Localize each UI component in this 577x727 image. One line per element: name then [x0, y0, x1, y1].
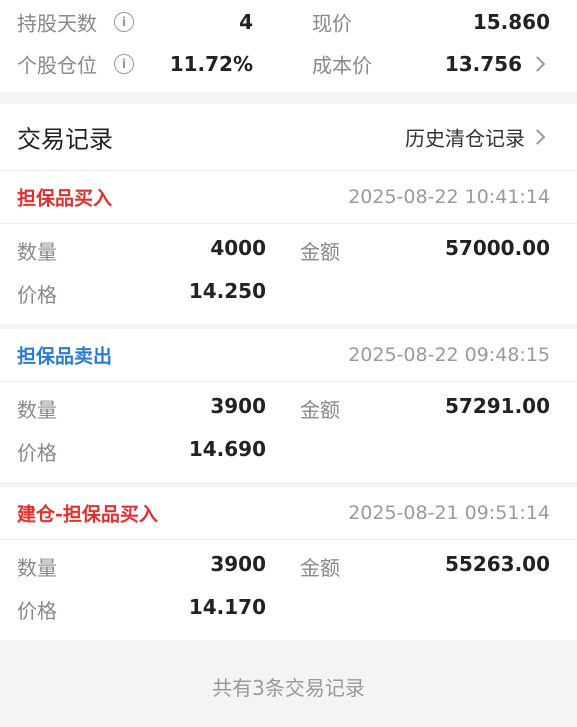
quantity-label: 数量 [17, 240, 57, 264]
cost-price-label: 成本价 [312, 53, 372, 78]
current-price-label: 现价 [312, 11, 352, 36]
history-clear-link[interactable]: 历史清仓记录 [405, 123, 525, 152]
chevron-right-icon[interactable] [529, 129, 546, 145]
hold-days-value: 4 [239, 10, 253, 34]
amount-label: 金额 [300, 556, 340, 580]
position-ratio-value: 11.72% [169, 52, 253, 76]
amount-label: 金额 [300, 240, 340, 264]
trade-record: 担保品买入 2025-08-22 10:41:14 数量 4000 金额 570… [0, 171, 577, 324]
price-value: 14.250 [188, 279, 266, 303]
quantity-value: 4000 [210, 236, 266, 260]
price-label: 价格 [17, 441, 57, 465]
quantity-label: 数量 [17, 398, 57, 422]
info-icon[interactable]: i [114, 54, 134, 74]
amount-value: 57000.00 [444, 236, 550, 260]
chevron-right-icon[interactable] [529, 56, 546, 72]
info-icon[interactable]: i [114, 12, 134, 32]
current-price-value: 15.860 [472, 10, 550, 34]
trade-type: 担保品卖出 [17, 345, 113, 368]
section-title: 交易记录 [17, 125, 113, 154]
hold-days-label: 持股天数 [17, 11, 97, 36]
trade-records-header: 交易记录 历史清仓记录 [0, 104, 577, 171]
trade-record: 建仓-担保品买入 2025-08-21 09:51:14 数量 3900 金额 … [0, 487, 577, 640]
summary-row-2: 个股仓位 i 11.72% 成本价 13.756 [0, 44, 577, 84]
trade-detail-page: 持股天数 i 4 现价 15.860 个股仓位 i 11.72% 成本价 13.… [0, 0, 577, 727]
quantity-value: 3900 [210, 394, 266, 418]
trade-type: 担保品买入 [17, 187, 113, 210]
price-value: 14.690 [188, 437, 266, 461]
trade-record: 担保品卖出 2025-08-22 09:48:15 数量 3900 金额 572… [0, 329, 577, 482]
trade-time: 2025-08-22 10:41:14 [348, 186, 550, 208]
position-summary: 持股天数 i 4 现价 15.860 个股仓位 i 11.72% 成本价 13.… [0, 0, 577, 92]
price-value: 14.170 [188, 595, 266, 619]
cost-price-value[interactable]: 13.756 [445, 52, 522, 76]
quantity-value: 3900 [210, 552, 266, 576]
amount-label: 金额 [300, 398, 340, 422]
price-label: 价格 [17, 283, 57, 307]
divider [0, 92, 577, 104]
amount-value: 55263.00 [444, 552, 550, 576]
trade-type: 建仓-担保品买入 [17, 503, 158, 526]
trade-time: 2025-08-22 09:48:15 [348, 344, 550, 366]
price-label: 价格 [17, 599, 57, 623]
amount-value: 57291.00 [444, 394, 550, 418]
quantity-label: 数量 [17, 556, 57, 580]
trade-time: 2025-08-21 09:51:14 [348, 502, 550, 524]
summary-row-1: 持股天数 i 4 现价 15.860 [0, 2, 577, 42]
record-count-footer: 共有3条交易记录 [212, 676, 365, 700]
position-ratio-label: 个股仓位 [17, 53, 97, 78]
